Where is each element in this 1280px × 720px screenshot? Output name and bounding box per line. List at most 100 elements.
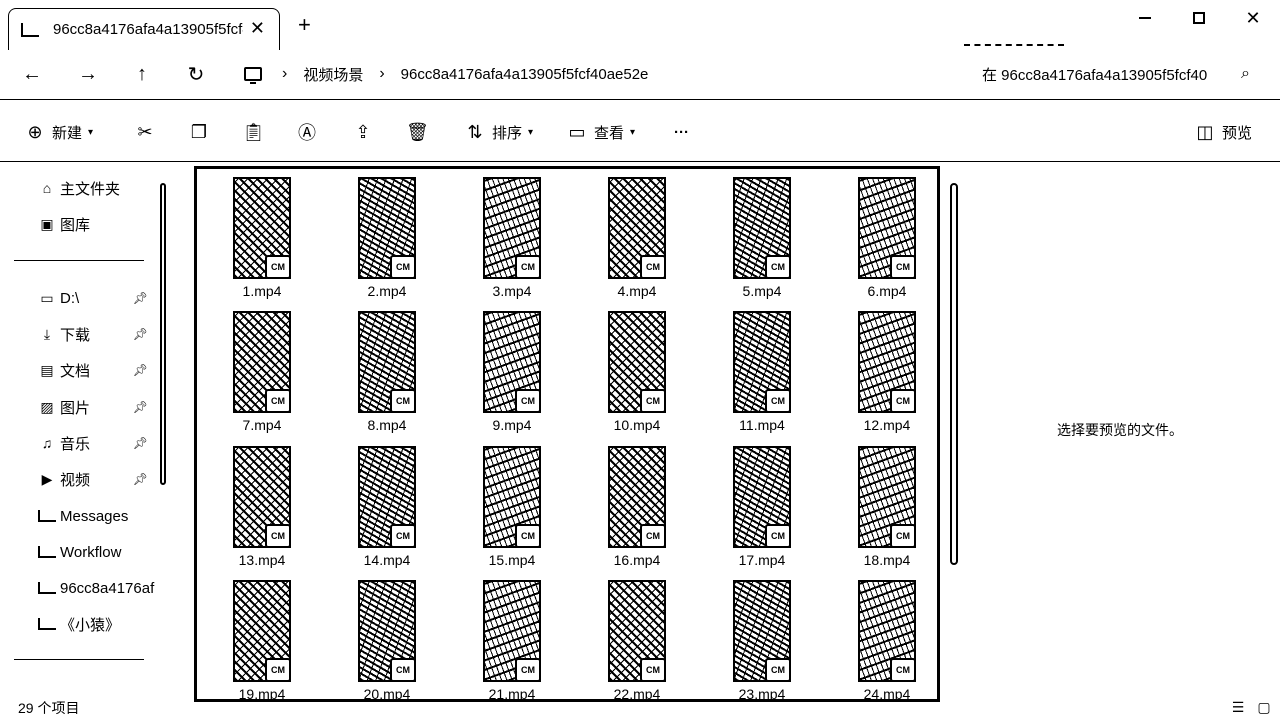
new-button[interactable]: ⊕ 新建 ▾ bbox=[24, 120, 93, 144]
app-badge-icon: CM bbox=[890, 255, 916, 279]
file-item[interactable]: CM 17.mp4 bbox=[703, 438, 803, 568]
tab-current-folder[interactable]: 96cc8a4176afa4a13905f5fcf40ae52e ✕ bbox=[8, 8, 280, 50]
file-name: 16.mp4 bbox=[613, 552, 661, 568]
address-bar: ← → ↑ ↻ › 视频场景 › 96cc8a4176afa4a13905f5f… bbox=[0, 50, 1280, 100]
title-bar: 96cc8a4176afa4a13905f5fcf40ae52e ✕ + ✕ bbox=[0, 0, 1280, 50]
sidebar-item-downloads[interactable]: ⤓ 下载 📌︎ bbox=[38, 321, 156, 347]
sidebar-item-videos[interactable]: ▶ 视频 📌︎ bbox=[38, 466, 156, 492]
file-item[interactable]: CM 3.mp4 bbox=[453, 169, 553, 299]
new-tab-button[interactable]: + bbox=[298, 14, 311, 36]
file-item[interactable]: CM 4.mp4 bbox=[578, 169, 678, 299]
breadcrumb-item[interactable]: 视频场景 bbox=[303, 64, 363, 85]
paste-button[interactable]: 📋︎ bbox=[242, 120, 265, 144]
file-name: 14.mp4 bbox=[363, 552, 411, 568]
sidebar-item-music[interactable]: ♫ 音乐 📌︎ bbox=[38, 430, 156, 456]
file-item[interactable]: CM 18.mp4 bbox=[828, 438, 928, 568]
cut-button[interactable]: ✂ bbox=[134, 120, 156, 144]
file-item[interactable]: CM 16.mp4 bbox=[578, 438, 678, 568]
chevron-right-icon[interactable]: › bbox=[379, 65, 384, 83]
computer-icon[interactable] bbox=[244, 67, 262, 84]
pin-icon[interactable]: 📌︎ bbox=[133, 363, 148, 377]
minimize-icon bbox=[1139, 17, 1151, 19]
file-item[interactable]: CM 2.mp4 bbox=[328, 169, 428, 299]
app-badge-icon: CM bbox=[890, 524, 916, 548]
sidebar-item-gallery[interactable]: ▣ 图库 bbox=[38, 211, 156, 237]
sidebar-item-hash-folder[interactable]: 96cc8a4176af bbox=[38, 575, 156, 601]
close-tab-icon[interactable]: ✕ bbox=[250, 18, 265, 39]
pin-icon[interactable]: 📌︎ bbox=[133, 472, 148, 486]
details-view-button[interactable]: ☰ bbox=[1228, 698, 1248, 716]
search-icon[interactable]: ⌕ bbox=[1241, 65, 1250, 83]
pin-icon[interactable]: 📌︎ bbox=[133, 327, 148, 341]
sort-label: 排序 bbox=[492, 124, 523, 142]
preview-empty-message: 选择要预览的文件。 bbox=[1057, 422, 1183, 438]
sidebar-item-drive-d[interactable]: ▭ D:\ 📌︎ bbox=[38, 285, 156, 311]
copy-button[interactable]: ❐ bbox=[188, 120, 210, 144]
file-view-scrollbar[interactable] bbox=[950, 183, 958, 565]
app-badge-icon: CM bbox=[265, 658, 291, 682]
drag-region bbox=[964, 44, 1064, 46]
file-item[interactable]: CM 6.mp4 bbox=[828, 169, 928, 299]
tiles-view-button[interactable]: ▢ bbox=[1254, 698, 1274, 716]
file-item[interactable]: CM 12.mp4 bbox=[828, 303, 928, 433]
share-button[interactable]: ⇪ bbox=[352, 120, 374, 144]
more-options-button[interactable]: ··· bbox=[674, 120, 689, 144]
breadcrumb-item[interactable]: 96cc8a4176afa4a13905f5fcf40ae52e bbox=[401, 66, 649, 83]
file-item[interactable]: CM 15.mp4 bbox=[453, 438, 553, 568]
up-button[interactable]: ↑ bbox=[128, 62, 156, 86]
file-item[interactable]: CM 9.mp4 bbox=[453, 303, 553, 433]
pin-icon[interactable]: 📌︎ bbox=[133, 291, 148, 305]
file-item[interactable]: CM 10.mp4 bbox=[578, 303, 678, 433]
sidebar-item-pictures[interactable]: ▨ 图片 📌︎ bbox=[38, 394, 156, 420]
sidebar-item-xiaoyuan[interactable]: 《小猿》 bbox=[38, 611, 156, 637]
back-button[interactable]: ← bbox=[18, 62, 46, 86]
file-name: 12.mp4 bbox=[863, 417, 911, 433]
sidebar-item-home[interactable]: ⌂ 主文件夹 bbox=[38, 175, 156, 201]
preview-pane-button[interactable]: ◫ 预览 bbox=[1194, 120, 1252, 144]
search-input[interactable]: 在 96cc8a4176afa4a13905f5fcf40 ⌕ bbox=[968, 56, 1264, 92]
file-item[interactable]: CM 19.mp4 bbox=[203, 572, 303, 699]
refresh-button[interactable]: ↻ bbox=[182, 62, 210, 86]
file-item[interactable]: CM 8.mp4 bbox=[328, 303, 428, 433]
search-placeholder: 在 96cc8a4176afa4a13905f5fcf40 bbox=[982, 66, 1208, 84]
sidebar-item-label: 文档 bbox=[60, 362, 91, 380]
video-icon: ▶ bbox=[41, 470, 53, 487]
file-item[interactable]: CM 5.mp4 bbox=[703, 169, 803, 299]
file-item[interactable]: CM 14.mp4 bbox=[328, 438, 428, 568]
file-item[interactable]: CM 22.mp4 bbox=[578, 572, 678, 699]
item-count: 29 个项目 bbox=[18, 700, 80, 716]
pin-icon[interactable]: 📌︎ bbox=[133, 436, 148, 450]
file-view: CM 1.mp4 CM 2.mp4 CM 3.mp4 CM 4.mp4 CM 5.mp4 CM 6.m… bbox=[194, 166, 940, 702]
file-item[interactable]: CM 1.mp4 bbox=[203, 169, 303, 299]
rename-button[interactable]: Ⓐ bbox=[296, 120, 318, 144]
sidebar-scrollbar[interactable] bbox=[160, 183, 166, 485]
sidebar-item-messages[interactable]: Messages bbox=[38, 503, 156, 529]
pin-icon[interactable]: 📌︎ bbox=[133, 400, 148, 414]
file-name: 18.mp4 bbox=[863, 552, 911, 568]
sort-button[interactable]: ⇅ 排序 ▾ bbox=[464, 120, 533, 144]
scissors-icon: ✂ bbox=[137, 121, 153, 142]
file-name: 4.mp4 bbox=[617, 283, 657, 299]
trash-icon: 🗑︎ bbox=[406, 121, 429, 142]
sidebar-item-workflow[interactable]: Workflow bbox=[38, 539, 156, 565]
file-item[interactable]: CM 7.mp4 bbox=[203, 303, 303, 433]
delete-button[interactable]: 🗑︎ bbox=[406, 120, 429, 144]
sidebar-item-documents[interactable]: ▤ 文档 📌︎ bbox=[38, 357, 156, 383]
chevron-right-icon[interactable]: › bbox=[282, 65, 287, 83]
view-button[interactable]: ▭ 查看 ▾ bbox=[566, 120, 635, 144]
minimize-button[interactable] bbox=[1118, 4, 1172, 32]
file-item[interactable]: CM 23.mp4 bbox=[703, 572, 803, 699]
file-item[interactable]: CM 24.mp4 bbox=[828, 572, 928, 699]
app-badge-icon: CM bbox=[265, 255, 291, 279]
gallery-icon: ▣ bbox=[40, 215, 54, 232]
app-badge-icon: CM bbox=[765, 255, 791, 279]
maximize-button[interactable] bbox=[1172, 4, 1226, 32]
forward-button[interactable]: → bbox=[74, 62, 102, 86]
close-window-button[interactable]: ✕ bbox=[1226, 4, 1280, 32]
file-item[interactable]: CM 13.mp4 bbox=[203, 438, 303, 568]
file-item[interactable]: CM 20.mp4 bbox=[328, 572, 428, 699]
file-item[interactable]: CM 11.mp4 bbox=[703, 303, 803, 433]
file-name: 6.mp4 bbox=[867, 283, 907, 299]
folder-icon bbox=[38, 582, 56, 594]
file-item[interactable]: CM 21.mp4 bbox=[453, 572, 553, 699]
